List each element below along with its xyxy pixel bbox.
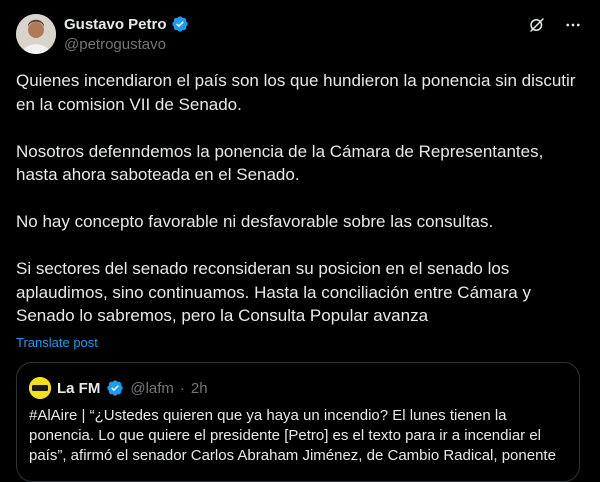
author-name-row: Gustavo Petro [64, 15, 189, 33]
tweet-text: Quienes incendiaron el país son los que … [16, 71, 576, 325]
quoted-header: La FM @lafm · 2h [29, 377, 208, 399]
author-name[interactable]: Gustavo Petro [64, 16, 167, 33]
quoted-text: #AlAire | “¿Ustedes quieren que ya haya … [29, 407, 556, 464]
verified-org-badge-icon [106, 379, 124, 397]
quoted-tweet[interactable]: La FM @lafm · 2h #AlAire | “¿Ustedes qui… [16, 362, 580, 482]
author-handle[interactable]: @petrogustavo [64, 36, 166, 53]
translate-post-link[interactable]: Translate post [16, 335, 98, 350]
quoted-handle[interactable]: @lafm [130, 380, 174, 397]
grok-icon[interactable] [526, 14, 548, 36]
quoted-separator: · [179, 379, 185, 397]
quoted-time[interactable]: 2h [191, 380, 208, 397]
avatar-image [16, 14, 56, 54]
more-icon[interactable] [562, 14, 584, 36]
quoted-avatar[interactable] [29, 377, 51, 399]
tweet-header: Gustavo Petro @petrogustavo [16, 14, 584, 60]
verified-badge-icon [171, 15, 189, 33]
quoted-name[interactable]: La FM [57, 380, 100, 397]
author-avatar[interactable] [16, 14, 56, 54]
header-actions [526, 14, 584, 36]
